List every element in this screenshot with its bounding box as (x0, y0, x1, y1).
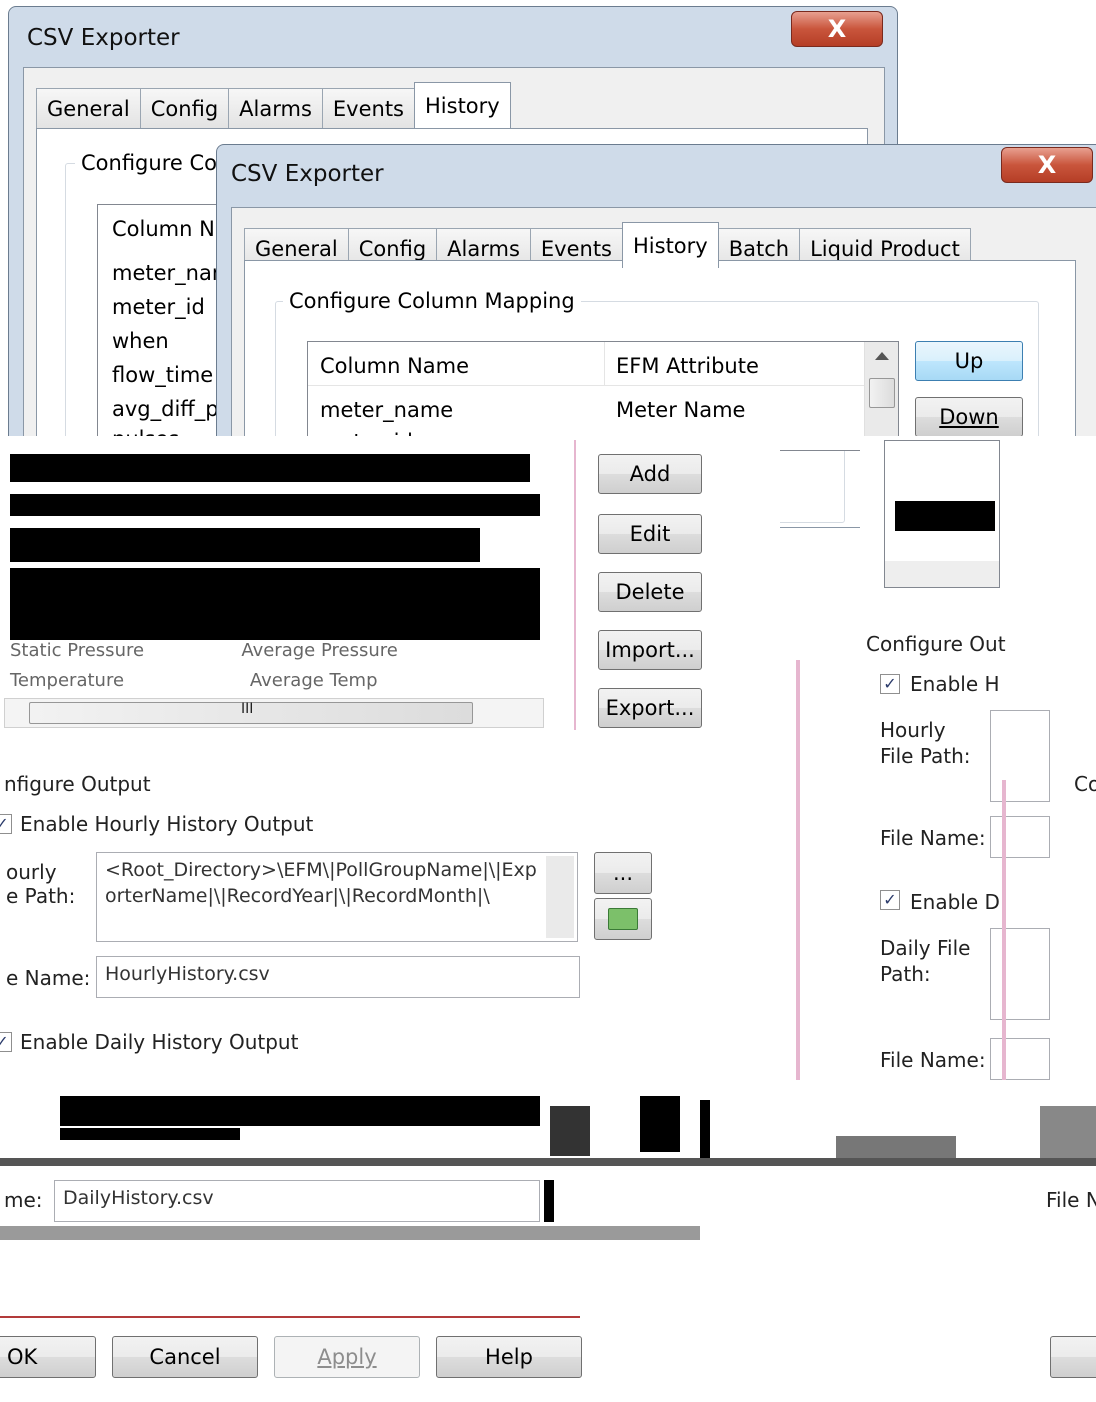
configure-output-label: nfigure Output (4, 772, 151, 796)
ok-button[interactable]: OK (0, 1336, 96, 1378)
back-tab-config[interactable]: Config (139, 88, 230, 128)
close-icon: X (1037, 151, 1057, 179)
right-hourly-file-field[interactable] (990, 816, 1050, 858)
list-item[interactable]: meter_nam (112, 261, 232, 285)
apply-button[interactable]: Apply (274, 1336, 420, 1378)
file-name-label: e Name: (6, 966, 91, 990)
far-right-co: Co (1074, 772, 1096, 796)
down-button-label: Down (939, 405, 999, 429)
glitch-list-area: Static Pressure Average Pressure Tempera… (0, 440, 580, 730)
front-dialog-body: General Config Alarms Events History Bat… (231, 207, 1096, 454)
delete-button[interactable]: Delete (598, 572, 702, 612)
far-right-file-label: File N (1046, 1188, 1096, 1212)
back-tab-events[interactable]: Events (321, 88, 415, 128)
folder-icon (608, 908, 638, 930)
back-group-label: Configure Col (75, 151, 229, 175)
enable-hourly-label: Enable Hourly History Output (20, 812, 314, 836)
far-right-button[interactable] (1050, 1336, 1096, 1378)
right-mini-list (884, 440, 1000, 588)
back-close-button[interactable]: X (791, 11, 883, 47)
add-button[interactable]: Add (598, 454, 702, 494)
table-row-name[interactable]: meter_name (320, 398, 453, 422)
right-daily-label-1: Daily File (880, 936, 971, 960)
glitch-band (0, 1076, 1096, 1166)
export-button[interactable]: Export... (598, 688, 702, 728)
list-item[interactable]: avg_diff_p (112, 397, 219, 421)
open-folder-button[interactable] (594, 898, 652, 940)
back-dialog-title: CSV Exporter (27, 25, 180, 51)
cancel-button[interactable]: Cancel (112, 1336, 258, 1378)
down-button[interactable]: Down (915, 397, 1023, 437)
front-close-button[interactable]: X (1001, 147, 1093, 183)
right-file-name-label-2: File Name: (880, 1048, 986, 1072)
back-tab-strip: General Config Alarms Events History (36, 82, 511, 128)
daily-file-field[interactable]: DailyHistory.csv (54, 1180, 540, 1222)
right-hourly-path-field[interactable] (990, 710, 1050, 802)
list-item[interactable]: meter_id (112, 295, 205, 319)
hourly-file-field[interactable]: HourlyHistory.csv (96, 956, 580, 998)
daily-file-name-label: me: (4, 1188, 43, 1212)
hourly-label-2: e Path: (6, 884, 76, 908)
enable-daily-checkbox[interactable]: ✓ (0, 1032, 12, 1052)
scroll-grip: III (241, 701, 254, 717)
apply-label: Apply (317, 1345, 377, 1369)
up-button[interactable]: Up (915, 341, 1023, 381)
right-hourly-label-2: File Path: (880, 744, 971, 768)
back-tab-general[interactable]: General (36, 88, 141, 128)
column-name-header[interactable]: Column Name (320, 354, 469, 378)
right-daily-file-field[interactable] (990, 1038, 1050, 1080)
back-tab-history[interactable]: History (414, 82, 511, 128)
right-enable-hourly-checkbox[interactable]: ✓ (880, 674, 900, 694)
right-configure-out: Configure Out (866, 632, 1006, 656)
path-scrollbar[interactable] (546, 856, 574, 938)
hourly-label-1: ourly (6, 860, 57, 884)
back-column-header[interactable]: Column Na (112, 217, 228, 241)
enable-daily-label: Enable Daily History Output (20, 1030, 299, 1054)
list-item[interactable]: flow_time (112, 363, 213, 387)
efm-attribute-header[interactable]: EFM Attribute (616, 354, 759, 378)
enable-hourly-checkbox[interactable]: ✓ (0, 814, 12, 834)
edit-button[interactable]: Edit (598, 514, 702, 554)
front-tab-panel: Configure Column Mapping Column Name EFM… (244, 260, 1076, 454)
right-daily-path-field[interactable] (990, 928, 1050, 1020)
import-button[interactable]: Import... (598, 630, 702, 670)
right-enable-hourly: Enable H (910, 672, 1000, 696)
right-enable-daily-checkbox[interactable]: ✓ (880, 890, 900, 910)
column-mapping-label: Configure Column Mapping (283, 289, 581, 313)
table-row-attr[interactable]: Meter Name (616, 398, 745, 422)
list-header: Column Name EFM Attribute (308, 342, 864, 386)
hourly-path-field[interactable]: <Root_Directory>\EFM\|PollGroupName|\|Ex… (96, 852, 578, 942)
right-file-name-label: File Name: (880, 826, 986, 850)
back-tab-alarms[interactable]: Alarms (228, 88, 323, 128)
front-dialog-title: CSV Exporter (231, 161, 384, 187)
help-button[interactable]: Help (436, 1336, 582, 1378)
tab-history[interactable]: History (622, 222, 719, 268)
browse-button[interactable]: ... (594, 852, 652, 894)
column-mapping-list: Column Name EFM Attribute meter_name Met… (307, 341, 899, 454)
list-item[interactable]: when (112, 329, 169, 353)
close-icon: X (827, 15, 847, 43)
right-hourly-label-1: Hourly (880, 718, 946, 742)
right-enable-daily: Enable D (910, 890, 1000, 914)
scroll-up-icon[interactable] (875, 352, 889, 360)
front-dialog: CSV Exporter X General Config Alarms Eve… (216, 144, 1096, 454)
right-daily-label-2: Path: (880, 962, 931, 986)
scroll-thumb[interactable] (869, 378, 895, 408)
